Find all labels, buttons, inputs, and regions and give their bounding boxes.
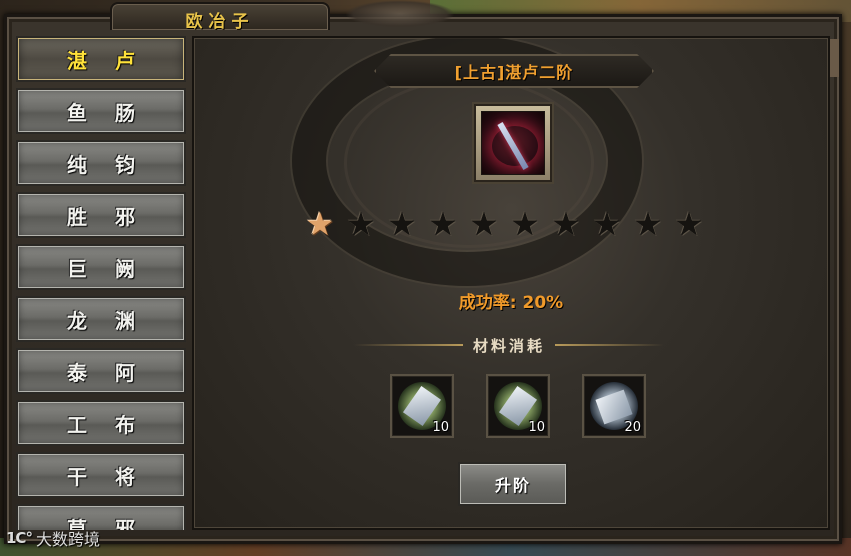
- material-count: 10: [528, 420, 545, 435]
- window-edge-handle: [829, 39, 839, 77]
- star-empty-icon: ★: [510, 205, 540, 243]
- sword-item-label: 巨阙: [67, 256, 163, 281]
- sword-item-longyuan[interactable]: 龙渊: [16, 296, 186, 342]
- sword-item-label: 泰阿: [67, 360, 163, 385]
- header-divider-right: [555, 344, 665, 346]
- sword-item-taie[interactable]: 泰阿: [16, 348, 186, 394]
- upgrade-button-label: 升阶: [494, 476, 531, 495]
- sword-item-label: 胜邪: [67, 204, 163, 229]
- materials-list: 10 10 20: [390, 374, 650, 440]
- sword-item-label: 龙渊: [67, 308, 163, 333]
- star-empty-icon: ★: [592, 205, 622, 243]
- star-empty-icon: ★: [674, 205, 704, 243]
- sword-item-shengxie[interactable]: 胜邪: [16, 192, 186, 238]
- material-count: 20: [624, 420, 641, 435]
- sword-item-ganjiang[interactable]: 干将: [16, 452, 186, 498]
- dragon-ornament-icon: [345, 0, 455, 28]
- material-slot-3[interactable]: 20: [582, 374, 646, 438]
- star-empty-icon: ★: [387, 205, 417, 243]
- header-divider-left: [354, 344, 463, 346]
- material-slot-1[interactable]: 10: [390, 374, 454, 438]
- sword-item-yuchang[interactable]: 鱼肠: [16, 88, 186, 134]
- sword-item-chunjun[interactable]: 纯钧: [16, 140, 186, 186]
- star-empty-icon: ★: [428, 205, 458, 243]
- success-rate: 成功率: 20%: [458, 293, 564, 313]
- sword-item-label: 鱼肠: [67, 100, 163, 125]
- item-name: [上古]湛卢二阶: [454, 63, 574, 82]
- item-slot[interactable]: [474, 104, 552, 182]
- sword-item-zhanlu[interactable]: 湛卢: [16, 36, 186, 82]
- watermark-logo: 1C°: [6, 529, 33, 547]
- star-empty-icon: ★: [346, 205, 376, 243]
- watermark-text: 大数跨境: [35, 530, 100, 549]
- window-title: 欧冶子: [185, 12, 255, 32]
- sword-item-label: 湛卢: [67, 48, 163, 73]
- item-name-banner: [上古]湛卢二阶: [374, 54, 654, 88]
- sword-item-juque[interactable]: 巨阙: [16, 244, 186, 290]
- sword-item-label: 干将: [67, 464, 163, 489]
- sword-item-gongbu[interactable]: 工布: [16, 400, 186, 446]
- star-empty-icon: ★: [469, 205, 499, 243]
- sword-list: 湛卢 鱼肠 纯钧 胜邪 巨阙 龙渊 泰阿 工布 干将 莫邪: [16, 36, 188, 530]
- star-empty-icon: ★: [633, 205, 663, 243]
- materials-header: 材料消耗: [354, 334, 665, 356]
- star-lit-icon: ★: [305, 205, 335, 243]
- window-title-tab: 欧冶子: [110, 2, 330, 32]
- sword-icon: [481, 111, 545, 175]
- material-count: 10: [432, 420, 449, 435]
- forge-detail-panel: [上古]湛卢二阶 ★ ★ ★ ★ ★ ★ ★ ★ ★ ★ 成功率: 20% 材料消耗 10 10 …: [192, 36, 830, 530]
- star-empty-icon: ★: [551, 205, 581, 243]
- materials-title: 材料消耗: [473, 336, 546, 355]
- watermark: 1C° 大数跨境: [6, 526, 100, 550]
- star-rating: ★ ★ ★ ★ ★ ★ ★ ★ ★ ★: [304, 208, 705, 240]
- upgrade-button[interactable]: 升阶: [458, 462, 568, 506]
- sword-item-label: 纯钧: [67, 152, 163, 177]
- material-slot-2[interactable]: 10: [486, 374, 550, 438]
- sword-item-label: 工布: [67, 412, 163, 437]
